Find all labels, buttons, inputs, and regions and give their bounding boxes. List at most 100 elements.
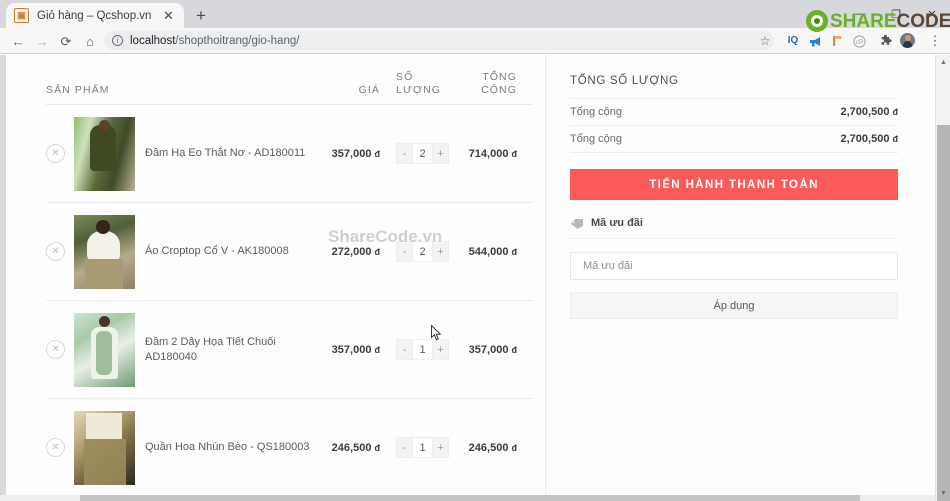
coupon-placeholder-text: Mã ưu đãi — [583, 260, 633, 272]
quantity-value[interactable]: 2 — [412, 242, 433, 261]
vertical-scrollbar-thumb[interactable] — [937, 125, 950, 501]
window-minimize-button[interactable]: — — [842, 0, 878, 28]
price-value: 357,000 — [331, 343, 372, 356]
url-path: /shopthoitrang/gio-hang/ — [175, 34, 300, 47]
product-thumbnail[interactable] — [74, 312, 135, 387]
horizontal-scrollbar[interactable] — [0, 495, 935, 501]
url-host: localhost — [130, 34, 176, 47]
address-bar[interactable]: i localhost/shopthoitrang/gio-hang/ — [104, 31, 774, 50]
coupon-section-header: Mã ưu đãi — [570, 217, 898, 239]
remove-item-button[interactable]: ✕ — [46, 144, 65, 163]
cell-remove: ✕ — [46, 340, 74, 359]
summary-row: Tổng cộng 2,700,500 đ — [570, 99, 898, 126]
quantity-stepper[interactable]: - 2 + — [396, 143, 449, 164]
quantity-decrease-button[interactable]: - — [397, 438, 412, 457]
content-divider — [545, 55, 546, 501]
quantity-decrease-button[interactable]: - — [397, 144, 412, 163]
quantity-decrease-button[interactable]: - — [397, 242, 412, 261]
price-value: 272,000 — [331, 245, 372, 258]
page-viewport: SẢN PHẨM GIÁ SỐ LƯỢNG TỔNG CỘNG ✕ Đầm Hạ… — [0, 55, 950, 501]
currency-symbol: đ — [511, 442, 518, 453]
scroll-up-arrow-icon[interactable]: ▲ — [936, 55, 950, 70]
currency-symbol: đ — [511, 344, 518, 355]
browser-tab[interactable]: ▣ Giỏ hàng – Qcshop.vn ✕ — [6, 3, 184, 28]
product-price: 272,000 đ — [318, 246, 380, 258]
currency-symbol: đ — [511, 148, 518, 159]
summary-value: 2,700,500 đ — [841, 106, 899, 118]
header-product: SẢN PHẨM — [46, 84, 110, 96]
product-price: 246,500 đ — [318, 442, 380, 454]
product-name[interactable]: Đầm 2 Dây Họa Tiết Chuối AD180040 — [145, 335, 318, 365]
table-row: ✕ Đầm 2 Dây Họa Tiết Chuối AD180040 357,… — [46, 301, 533, 399]
header-total: TỔNG CỘNG — [481, 71, 517, 96]
line-total-value: 544,000 — [468, 245, 509, 258]
coupon-label: Mã ưu đãi — [591, 217, 643, 229]
cell-thumbnail — [74, 214, 145, 289]
puzzle-extension-icon[interactable] — [874, 28, 896, 54]
order-summary-panel: TỔNG SỐ LƯỢNG Tổng cộng 2,700,500 đ Tổng… — [570, 55, 898, 319]
remove-item-button[interactable]: ✕ — [46, 438, 65, 457]
tab-title: Giỏ hàng – Qcshop.vn — [37, 9, 152, 22]
horizontal-scrollbar-thumb[interactable] — [80, 495, 860, 501]
new-tab-button[interactable]: + — [190, 4, 212, 26]
checkout-button[interactable]: TIẾN HÀNH THANH TOÁN — [570, 169, 898, 200]
cp-extension-icon[interactable]: cP — [848, 28, 870, 54]
summary-value: 2,700,500 đ — [841, 133, 899, 145]
browser-menu-icon[interactable]: ⋮ — [926, 28, 944, 54]
product-line-total: 246,500 đ — [446, 442, 517, 454]
home-icon[interactable]: ⌂ — [78, 28, 102, 54]
window-maximize-button[interactable]: ❐ — [878, 0, 914, 28]
product-name[interactable]: Đầm Hạ Eo Thắt Nơ - AD180011 — [145, 146, 318, 161]
puzzle-glyph — [881, 34, 892, 45]
megaphone-glyph — [809, 36, 820, 46]
product-thumbnail[interactable] — [74, 214, 135, 289]
tab-close-icon[interactable]: ✕ — [161, 8, 176, 23]
quantity-value[interactable]: 1 — [412, 438, 433, 457]
cell-quantity: - 1 + — [380, 339, 449, 360]
line-total-value: 246,500 — [468, 441, 509, 454]
product-line-total: 357,000 đ — [446, 344, 517, 356]
tab-strip: ▣ Giỏ hàng – Qcshop.vn ✕ + — ❐ ✕ — [0, 0, 950, 28]
product-name[interactable]: Áo Croptop Cổ V - AK180008 — [145, 244, 318, 259]
iq-extension-icon[interactable]: IQ — [782, 28, 804, 54]
quantity-stepper[interactable]: - 1 + — [396, 437, 449, 458]
window-close-button[interactable]: ✕ — [914, 0, 950, 28]
remove-item-button[interactable]: ✕ — [46, 242, 65, 261]
coupon-input[interactable]: Mã ưu đãi — [570, 252, 898, 280]
apply-coupon-button[interactable]: Áp dụng — [570, 292, 898, 319]
cell-remove: ✕ — [46, 242, 74, 261]
product-thumbnail[interactable] — [74, 116, 135, 191]
product-thumbnail[interactable] — [74, 410, 135, 485]
cart-table: SẢN PHẨM GIÁ SỐ LƯỢNG TỔNG CỘNG ✕ Đầm Hạ… — [46, 55, 533, 497]
vertical-scrollbar[interactable]: ▲ ▼ — [935, 55, 950, 501]
cell-quantity: - 1 + — [380, 437, 449, 458]
line-total-value: 714,000 — [468, 147, 509, 160]
back-icon[interactable]: ← — [6, 28, 30, 54]
cell-quantity: - 2 + — [380, 143, 449, 164]
header-quantity: SỐ LƯỢNG — [396, 71, 442, 96]
reload-icon[interactable]: ⟳ — [54, 28, 78, 54]
quantity-value[interactable]: 2 — [412, 144, 433, 163]
scroll-down-arrow-icon[interactable]: ▼ — [936, 486, 950, 501]
currency-symbol: đ — [892, 107, 899, 117]
line-total-value: 357,000 — [468, 343, 509, 356]
quantity-stepper[interactable]: - 1 + — [396, 339, 449, 360]
table-row: ✕ Quần Hoa Nhún Bèo - QS180003 246,500 đ… — [46, 399, 533, 497]
profile-avatar[interactable] — [900, 33, 915, 48]
product-name[interactable]: Quần Hoa Nhún Bèo - QS180003 — [145, 440, 318, 455]
megaphone-extension-icon[interactable] — [804, 28, 826, 54]
quantity-stepper[interactable]: - 2 + — [396, 241, 449, 262]
forward-icon[interactable]: → — [30, 28, 54, 54]
cell-thumbnail — [74, 312, 145, 387]
remove-item-button[interactable]: ✕ — [46, 340, 65, 359]
quantity-value[interactable]: 1 — [412, 340, 433, 359]
bookmark-star-icon[interactable]: ☆ — [755, 28, 775, 54]
site-favicon-icon: ▣ — [14, 8, 29, 23]
svg-text:cP: cP — [855, 39, 863, 46]
site-info-icon[interactable]: i — [112, 35, 123, 46]
cell-thumbnail — [74, 116, 145, 191]
currency-symbol: đ — [892, 134, 899, 144]
tan-extension-icon[interactable] — [826, 28, 848, 54]
quantity-decrease-button[interactable]: - — [397, 340, 412, 359]
product-line-total: 544,000 đ — [446, 246, 517, 258]
